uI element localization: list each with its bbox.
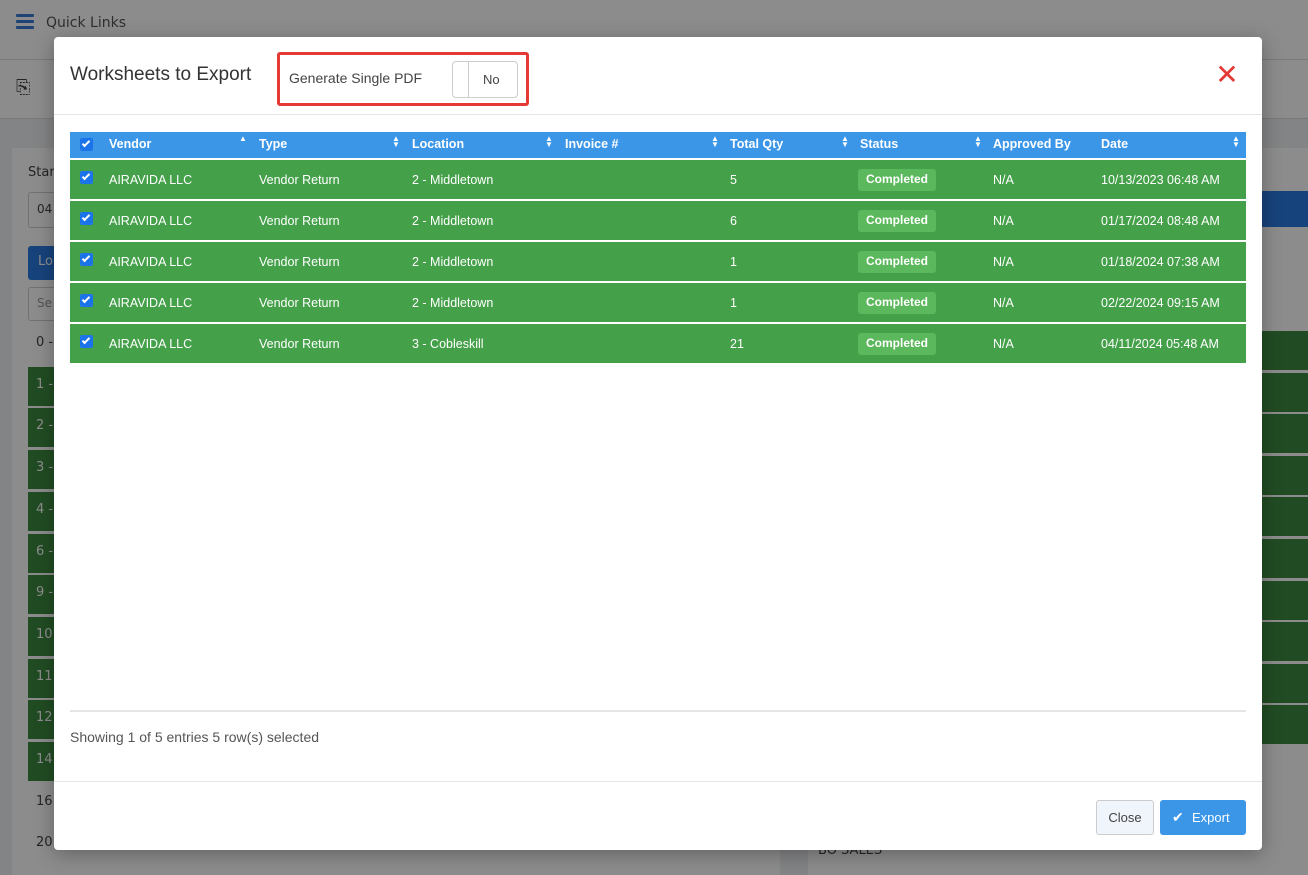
cell-vendor: AIRAVIDA LLC bbox=[109, 255, 193, 269]
cell-location: 2 - Middletown bbox=[412, 255, 494, 269]
single-pdf-option: Generate Single PDF No bbox=[277, 52, 529, 106]
cell-total-qty: 5 bbox=[730, 173, 737, 187]
status-badge: Completed bbox=[858, 292, 937, 314]
cell-approved-by: N/A bbox=[993, 255, 1014, 269]
cell-vendor: AIRAVIDA LLC bbox=[109, 173, 193, 187]
column-header-total-qty[interactable]: Total Qty bbox=[730, 137, 783, 151]
table-footer-divider bbox=[70, 710, 1246, 712]
cell-total-qty: 1 bbox=[730, 296, 737, 310]
table-row[interactable]: AIRAVIDA LLC Vendor Return 2 - Middletown 5… bbox=[70, 158, 1246, 199]
single-pdf-toggle[interactable]: No bbox=[452, 61, 518, 98]
cell-type: Vendor Return bbox=[259, 255, 340, 269]
cell-type: Vendor Return bbox=[259, 214, 340, 228]
cell-approved-by: N/A bbox=[993, 337, 1014, 351]
table-header: Vendor ▲ Type ▲ ▼ Location ▲ ▼ Invoice # ▲… bbox=[70, 132, 1246, 158]
cell-date: 10/13/2023 06:48 AM bbox=[1101, 173, 1220, 187]
table-row[interactable]: AIRAVIDA LLC Vendor Return 2 - Middletown 6… bbox=[70, 199, 1246, 240]
check-icon: ✔ bbox=[1172, 809, 1184, 825]
cell-approved-by: N/A bbox=[993, 214, 1014, 228]
row-checkbox[interactable] bbox=[80, 212, 93, 225]
export-modal: Worksheets to Export Generate Single PDF… bbox=[54, 37, 1262, 850]
table-row[interactable]: AIRAVIDA LLC Vendor Return 2 - Middletown 1… bbox=[70, 240, 1246, 281]
cell-vendor: AIRAVIDA LLC bbox=[109, 337, 193, 351]
column-header-approved-by[interactable]: Approved By bbox=[993, 137, 1071, 151]
status-badge: Completed bbox=[858, 333, 937, 355]
sort-icon[interactable]: ▲ ▼ bbox=[841, 135, 849, 149]
row-checkbox[interactable] bbox=[80, 171, 93, 184]
sort-icon[interactable]: ▲ ▼ bbox=[392, 135, 400, 149]
modal-footer: Close ✔ Export bbox=[54, 781, 1262, 850]
cell-date: 01/18/2024 07:38 AM bbox=[1101, 255, 1220, 269]
cell-date: 01/17/2024 08:48 AM bbox=[1101, 214, 1220, 228]
column-header-status[interactable]: Status bbox=[860, 137, 898, 151]
cell-type: Vendor Return bbox=[259, 173, 340, 187]
row-checkbox[interactable] bbox=[80, 335, 93, 348]
sort-icon[interactable]: ▲ ▼ bbox=[711, 135, 719, 149]
export-button[interactable]: ✔ Export bbox=[1160, 800, 1246, 835]
table-body: AIRAVIDA LLC Vendor Return 2 - Middletown 5… bbox=[70, 158, 1246, 363]
table-row[interactable]: AIRAVIDA LLC Vendor Return 2 - Middletown 1… bbox=[70, 281, 1246, 322]
row-checkbox[interactable] bbox=[80, 294, 93, 307]
toggle-state-text: No bbox=[483, 72, 500, 87]
table-row[interactable]: AIRAVIDA LLC Vendor Return 3 - Cobleskill 2… bbox=[70, 322, 1246, 363]
cell-vendor: AIRAVIDA LLC bbox=[109, 296, 193, 310]
column-header-invoice[interactable]: Invoice # bbox=[565, 137, 619, 151]
cell-location: 2 - Middletown bbox=[412, 296, 494, 310]
cell-total-qty: 1 bbox=[730, 255, 737, 269]
cell-vendor: AIRAVIDA LLC bbox=[109, 214, 193, 228]
status-badge: Completed bbox=[858, 251, 937, 273]
select-all-checkbox[interactable] bbox=[80, 138, 93, 151]
sort-icon[interactable]: ▲ ▼ bbox=[1232, 135, 1240, 149]
cell-location: 3 - Cobleskill bbox=[412, 337, 484, 351]
close-button[interactable]: Close bbox=[1096, 800, 1154, 835]
single-pdf-label: Generate Single PDF bbox=[289, 70, 423, 86]
status-badge: Completed bbox=[858, 169, 937, 191]
cell-approved-by: N/A bbox=[993, 296, 1014, 310]
toggle-knob[interactable] bbox=[453, 62, 469, 97]
cell-type: Vendor Return bbox=[259, 337, 340, 351]
column-header-vendor[interactable]: Vendor bbox=[109, 137, 151, 151]
cell-type: Vendor Return bbox=[259, 296, 340, 310]
row-checkbox[interactable] bbox=[80, 253, 93, 266]
cell-approved-by: N/A bbox=[993, 173, 1014, 187]
cell-location: 2 - Middletown bbox=[412, 173, 494, 187]
sort-asc-icon[interactable]: ▲ bbox=[239, 135, 247, 143]
close-icon[interactable]: ✕ bbox=[1214, 61, 1240, 89]
cell-total-qty: 6 bbox=[730, 214, 737, 228]
cell-location: 2 - Middletown bbox=[412, 214, 494, 228]
sort-icon[interactable]: ▲ ▼ bbox=[545, 135, 553, 149]
entries-info: Showing 1 of 5 entries 5 row(s) selected bbox=[70, 729, 320, 745]
cell-date: 02/22/2024 09:15 AM bbox=[1101, 296, 1220, 310]
column-header-type[interactable]: Type bbox=[259, 137, 287, 151]
modal-title: Worksheets to Export bbox=[70, 64, 252, 85]
export-button-label: Export bbox=[1192, 810, 1230, 825]
sort-icon[interactable]: ▲ ▼ bbox=[974, 135, 982, 149]
cell-total-qty: 21 bbox=[730, 337, 744, 351]
worksheets-table: Vendor ▲ Type ▲ ▼ Location ▲ ▼ Invoice # ▲… bbox=[70, 132, 1246, 363]
column-header-location[interactable]: Location bbox=[412, 137, 464, 151]
column-header-date[interactable]: Date bbox=[1101, 137, 1128, 151]
modal-header: Worksheets to Export Generate Single PDF… bbox=[54, 37, 1262, 115]
cell-date: 04/11/2024 05:48 AM bbox=[1101, 337, 1219, 351]
status-badge: Completed bbox=[858, 210, 937, 232]
